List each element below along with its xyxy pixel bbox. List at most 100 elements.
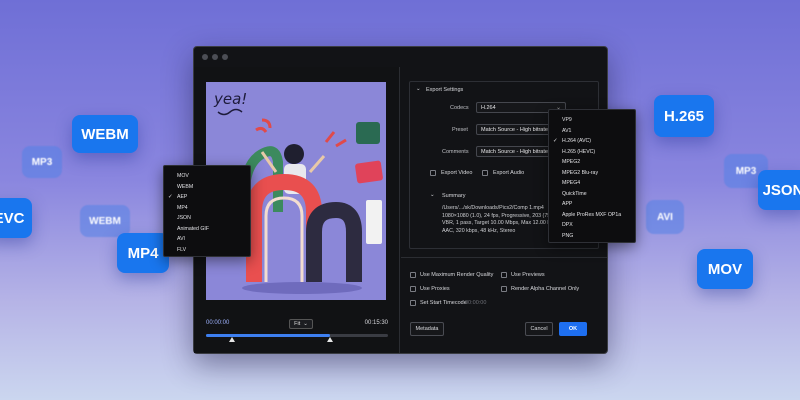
codecs-label: Codecs [450,105,469,111]
codec-menu-item[interactable]: MPEG4 [549,178,635,188]
export-video-checkbox[interactable] [430,170,436,176]
preset-value: Match Source - High bitrate [481,126,548,133]
codec-menu-item[interactable]: DPX [549,220,635,230]
use-previews-label: Use Previews [511,272,545,278]
format-menu-item-label: FLV [177,246,187,253]
format-menu-item-label: JSON [177,215,191,221]
format-tile-h265: H.265 [654,95,714,137]
codec-menu-item-label: MPEG4 [562,180,581,186]
chevron-down-icon: ⌄ [303,321,308,327]
export-audio-label: Export Audio [493,170,525,176]
codec-menu-item[interactable]: VP9 [549,115,635,125]
window-close-dot[interactable] [202,54,208,60]
format-tile-mp3-faded: MP3 [22,146,62,178]
time-end: 00:15:30 [364,320,388,326]
collapse-chevron-icon[interactable]: ⌄ [416,86,421,92]
timecode-bar: 00:00:00 Fit ⌄ 00:15:30 [206,319,388,333]
window-minimize-dot[interactable] [212,54,218,60]
codec-menu-item[interactable]: MPEG2 [549,157,635,167]
format-menu-item[interactable]: Animated GIF [164,224,250,234]
summary-title: Summary [442,193,466,199]
codec-menu-item-label: QuickTime [562,190,587,197]
format-menu-item-label: AEP [177,194,188,200]
format-menu-item-label: MOV [177,173,189,179]
checkmark-icon: ✓ [553,138,558,144]
export-settings-title: Export Settings [426,87,464,93]
format-menu-item[interactable]: JSON [164,213,250,223]
codec-menu-item-label: MPEG2 [562,159,581,165]
render-options: Use Maximum Render Quality Use Previews … [401,257,607,353]
format-menu-item[interactable]: MP4 [164,203,250,213]
codec-menu-item-label: VP9 [562,117,572,123]
in-point-handle[interactable] [229,337,235,342]
summary-chevron-icon[interactable]: ⌄ [430,192,435,198]
format-tile-webm: WEBM [72,115,138,153]
format-menu-item[interactable]: MOV [164,171,250,181]
format-tile-mp4: MP4 [117,233,169,273]
codec-menu-item-label: APP [562,201,573,207]
format-menu-item-label: MP4 [177,204,188,211]
format-menu-item[interactable]: ✓ AEP [164,192,250,202]
fit-label: Fit [294,321,301,327]
artwork-yea-text: yea! [213,90,247,108]
metadata-button[interactable]: Metadata [410,322,444,336]
use-proxies-checkbox[interactable] [410,286,416,292]
out-point-handle[interactable] [326,337,333,342]
codec-menu-item-label: DPX [562,222,573,228]
preset-label: Preset [452,127,468,133]
summary-line: /Users/.../sk/Downloads/Pics2/Comp 1.mp4 [442,205,544,211]
timeline-scrubber[interactable] [206,334,388,342]
comments-value: Match Source - High bitrate [481,148,548,155]
export-video-label: Export Video [441,170,473,176]
codec-menu-item[interactable]: H.265 (HEVC) [549,147,635,157]
codec-menu-item[interactable]: AV1 [549,126,635,136]
window-zoom-dot[interactable] [222,54,228,60]
format-tile-avi-faded: AVI [646,200,684,234]
fit-dropdown[interactable]: Fit ⌄ [289,319,313,329]
format-menu-item[interactable]: WEBM [164,182,250,192]
export-window: yea! 00:00:00 Fit ⌄ 00:15:30 ⌄ Export Se… [193,46,608,354]
summary-details: /Users/.../sk/Downloads/Pics2/Comp 1.mp4… [442,205,563,235]
render-alpha-checkbox[interactable] [501,286,507,292]
summary-line: 1080×1080 (1.0), 24 fps, Progressive, 20… [442,212,564,219]
codec-menu-item[interactable]: QuickTime [549,189,635,199]
timeline-progress [206,334,330,337]
format-menu-item[interactable]: AVI [164,234,250,244]
render-alpha-label: Render Alpha Channel Only [511,286,580,292]
max-quality-label: Use Maximum Render Quality [420,272,494,278]
summary-line: AAC, 320 kbps, 48 kHz, Stereo [442,227,516,234]
format-tile-evc: EVC [0,198,32,238]
format-menu-item[interactable]: FLV [164,245,250,255]
format-menu-item-label: WEBM [177,183,194,190]
codec-menu-item-label: MPEG2 Blu-ray [562,169,599,176]
codec-menu-item[interactable]: MPEG2 Blu-ray [549,168,635,178]
use-proxies-label: Use Proxies [420,286,450,292]
comments-label: Comments [442,149,469,155]
format-tile-json: JSON [758,170,800,210]
codec-menu-item-label: H.265 (HEVC) [562,148,596,155]
codec-menu-item-label: H.264 (AVC) [562,138,592,144]
codec-menu: VP9 AV1 ✓ H.264 (AVC) H.265 (HEVC) MPEG2 MPEG2… [548,109,636,243]
start-timecode-checkbox[interactable] [410,300,416,306]
export-audio-checkbox[interactable] [482,170,488,176]
codec-menu-item-label: PNG [562,232,574,239]
codec-menu-item-label: Apple ProRes MXF OP1a [562,211,622,218]
codec-menu-item[interactable]: ✓ H.264 (AVC) [549,136,635,146]
cancel-button[interactable]: Cancel [525,322,553,336]
summary-line: VBR, 1 pass, Target 10.00 Mbps, Max 12.0… [442,220,561,226]
format-tile-mov: MOV [697,249,753,289]
use-previews-checkbox[interactable] [501,272,507,278]
window-titlebar [194,47,607,67]
time-start: 00:00:00 [206,320,230,326]
codecs-value: H.264 [481,104,496,111]
checkmark-icon: ✓ [168,194,173,200]
format-menu: MOV WEBM ✓ AEP MP4 JSON Animated GIF AVI FLV [163,165,251,257]
max-quality-checkbox[interactable] [410,272,416,278]
codec-menu-item[interactable]: Apple ProRes MXF OP1a [549,210,635,220]
format-menu-item-label: Animated GIF [177,225,210,232]
ok-button[interactable]: OK [559,322,587,336]
start-timecode-value[interactable]: 00:00:00 [465,300,486,306]
codec-menu-item-label: AV1 [562,127,572,134]
codec-menu-item[interactable]: APP [549,199,635,209]
codec-menu-item[interactable]: PNG [549,231,635,241]
